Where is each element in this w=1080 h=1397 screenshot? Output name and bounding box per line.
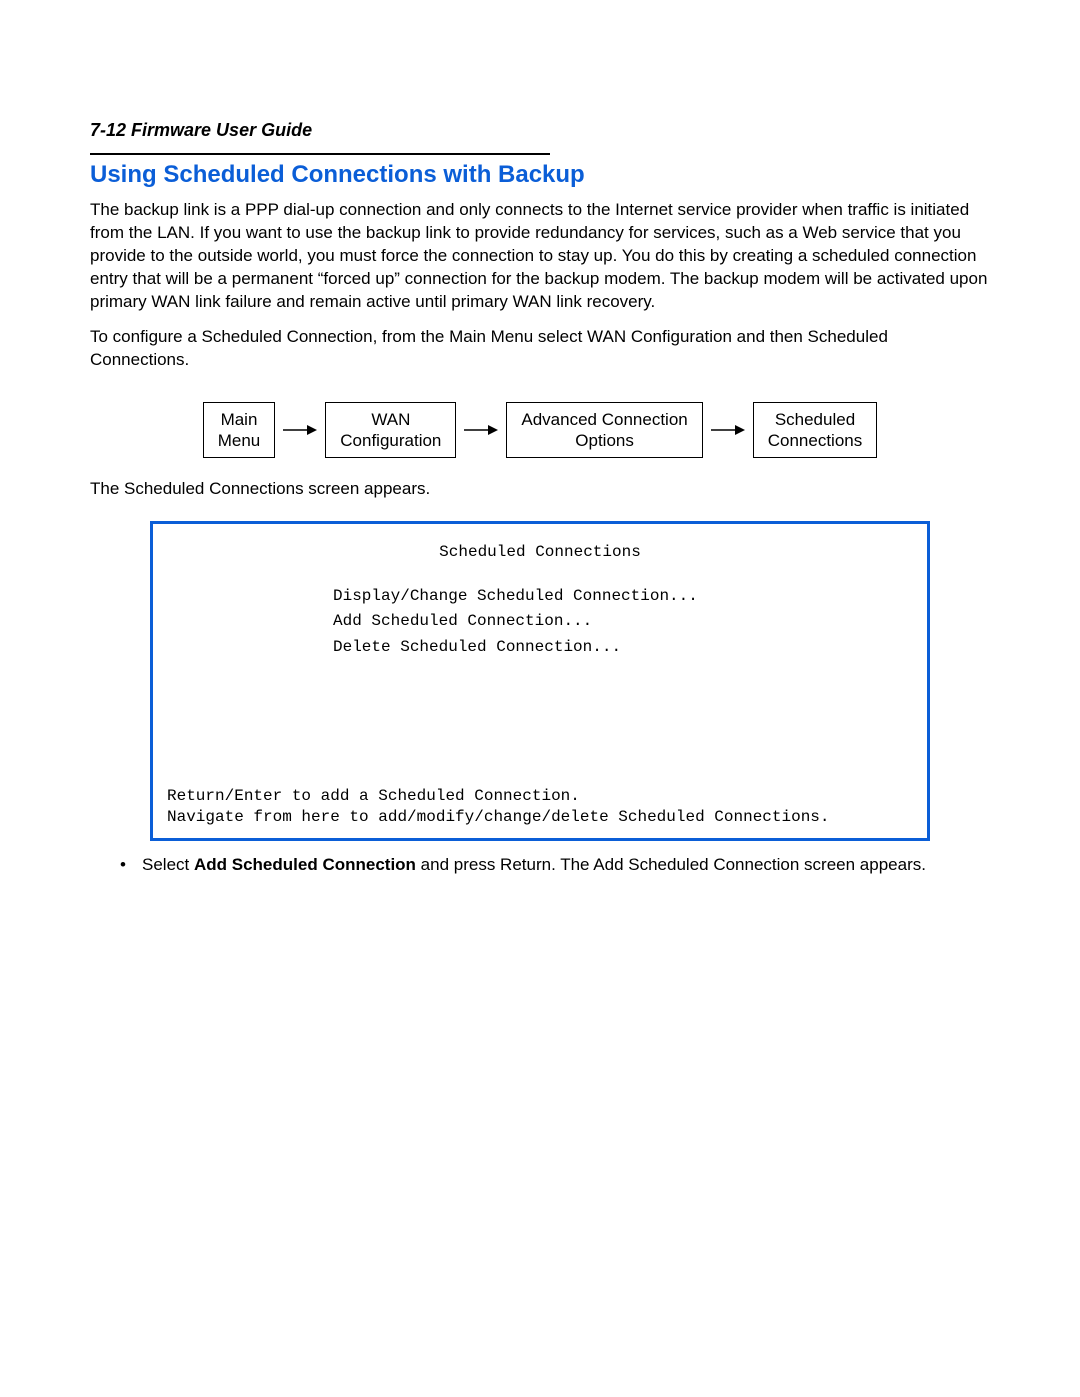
terminal-footer-line: Navigate from here to add/modify/change/… xyxy=(167,807,830,828)
terminal-menu-item: Add Scheduled Connection... xyxy=(333,609,917,635)
header-rule xyxy=(90,153,550,155)
breadcrumb-diagram: Main Menu WAN Configuration Advanced Con… xyxy=(90,402,990,459)
arrow-right-icon xyxy=(283,423,317,437)
terminal-footer-line: Return/Enter to add a Scheduled Connecti… xyxy=(167,786,830,807)
section-title: Using Scheduled Connections with Backup xyxy=(90,161,990,189)
bullet-dot-icon: • xyxy=(120,855,142,875)
arrow-right-icon xyxy=(711,423,745,437)
page-header: 7-12 Firmware User Guide xyxy=(90,120,990,141)
nav-box-wan-config: WAN Configuration xyxy=(325,402,456,459)
nav-box-advanced-options: Advanced Connection Options xyxy=(506,402,702,459)
terminal-menu-item: Display/Change Scheduled Connection... xyxy=(333,584,917,610)
terminal-screen: Scheduled Connections Display/Change Sch… xyxy=(150,521,930,841)
bullet-prefix: Select xyxy=(142,855,194,874)
nav-box-main-menu: Main Menu xyxy=(203,402,276,459)
arrow-right-icon xyxy=(464,423,498,437)
document-page: 7-12 Firmware User Guide Using Scheduled… xyxy=(0,0,1080,875)
bullet-strong: Add Scheduled Connection xyxy=(194,855,416,874)
nav-box-scheduled-connections: Scheduled Connections xyxy=(753,402,878,459)
paragraph-1: The backup link is a PPP dial-up connect… xyxy=(90,199,990,314)
bullet-suffix: and press Return. The Add Scheduled Conn… xyxy=(416,855,926,874)
terminal-title: Scheduled Connections xyxy=(163,540,917,566)
terminal-footer: Return/Enter to add a Scheduled Connecti… xyxy=(167,786,830,828)
paragraph-2: To configure a Scheduled Connection, fro… xyxy=(90,326,990,372)
bullet-item: • Select Add Scheduled Connection and pr… xyxy=(120,855,990,875)
terminal-menu-item: Delete Scheduled Connection... xyxy=(333,635,917,661)
after-nav-text: The Scheduled Connections screen appears… xyxy=(90,478,990,501)
bullet-text: Select Add Scheduled Connection and pres… xyxy=(142,855,926,875)
